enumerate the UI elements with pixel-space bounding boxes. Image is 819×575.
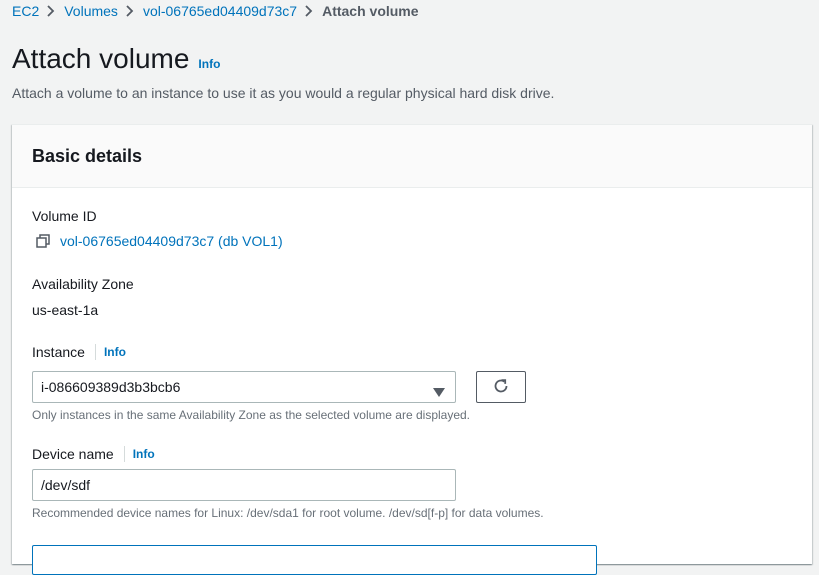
caret-down-icon: [433, 383, 445, 401]
volume-id-row: vol-06765ed04409d73c7 (db VOL1): [36, 233, 283, 249]
instance-label: Instance: [32, 344, 85, 360]
label-divider: [123, 446, 125, 462]
instance-hint: Only instances in the same Availability …: [32, 408, 471, 422]
availability-zone-value: us-east-1a: [32, 302, 99, 318]
breadcrumb-ec2[interactable]: EC2: [12, 2, 39, 20]
device-name-label: Device name: [32, 446, 114, 462]
breadcrumb-volume-id[interactable]: vol-06765ed04409d73c7: [143, 2, 297, 20]
chevron-right-icon: [39, 2, 64, 20]
volume-id-label: Volume ID: [32, 208, 97, 224]
instance-select[interactable]: i-086609389d3b3bcb6: [32, 371, 456, 403]
breadcrumb-volumes[interactable]: Volumes: [64, 2, 118, 20]
device-name-hint: Recommended device names for Linux: /dev…: [32, 506, 544, 520]
copy-icon[interactable]: [36, 234, 50, 248]
availability-zone-label: Availability Zone: [32, 276, 134, 292]
basic-details-panel: Basic details Volume ID vol-06765ed04409…: [12, 124, 812, 575]
device-name-label-row: Device name Info: [32, 445, 155, 463]
page-info-link[interactable]: Info: [198, 57, 220, 71]
breadcrumb: EC2 Volumes vol-06765ed04409d73c7 Attach…: [12, 2, 419, 20]
label-divider: [94, 344, 96, 360]
page-description: Attach a volume to an instance to use it…: [12, 85, 555, 101]
page-title: Attach volume: [12, 43, 190, 74]
chevron-right-icon: [297, 2, 322, 20]
panel-title: Basic details: [32, 146, 143, 166]
volume-id-link[interactable]: vol-06765ed04409d73c7 (db VOL1): [60, 233, 283, 249]
next-field-box[interactable]: [32, 545, 597, 575]
page-header: Attach volume Info: [12, 42, 220, 76]
chevron-right-icon: [118, 2, 143, 20]
refresh-button[interactable]: [476, 371, 526, 403]
instance-label-row: Instance Info: [32, 343, 126, 361]
device-name-info-link[interactable]: Info: [133, 445, 155, 463]
instance-selected-value: i-086609389d3b3bcb6: [41, 379, 181, 395]
breadcrumb-current: Attach volume: [322, 3, 419, 19]
refresh-icon: [493, 378, 509, 397]
panel-header: Basic details: [12, 125, 812, 188]
instance-info-link[interactable]: Info: [104, 343, 126, 361]
device-name-input[interactable]: [32, 469, 456, 501]
